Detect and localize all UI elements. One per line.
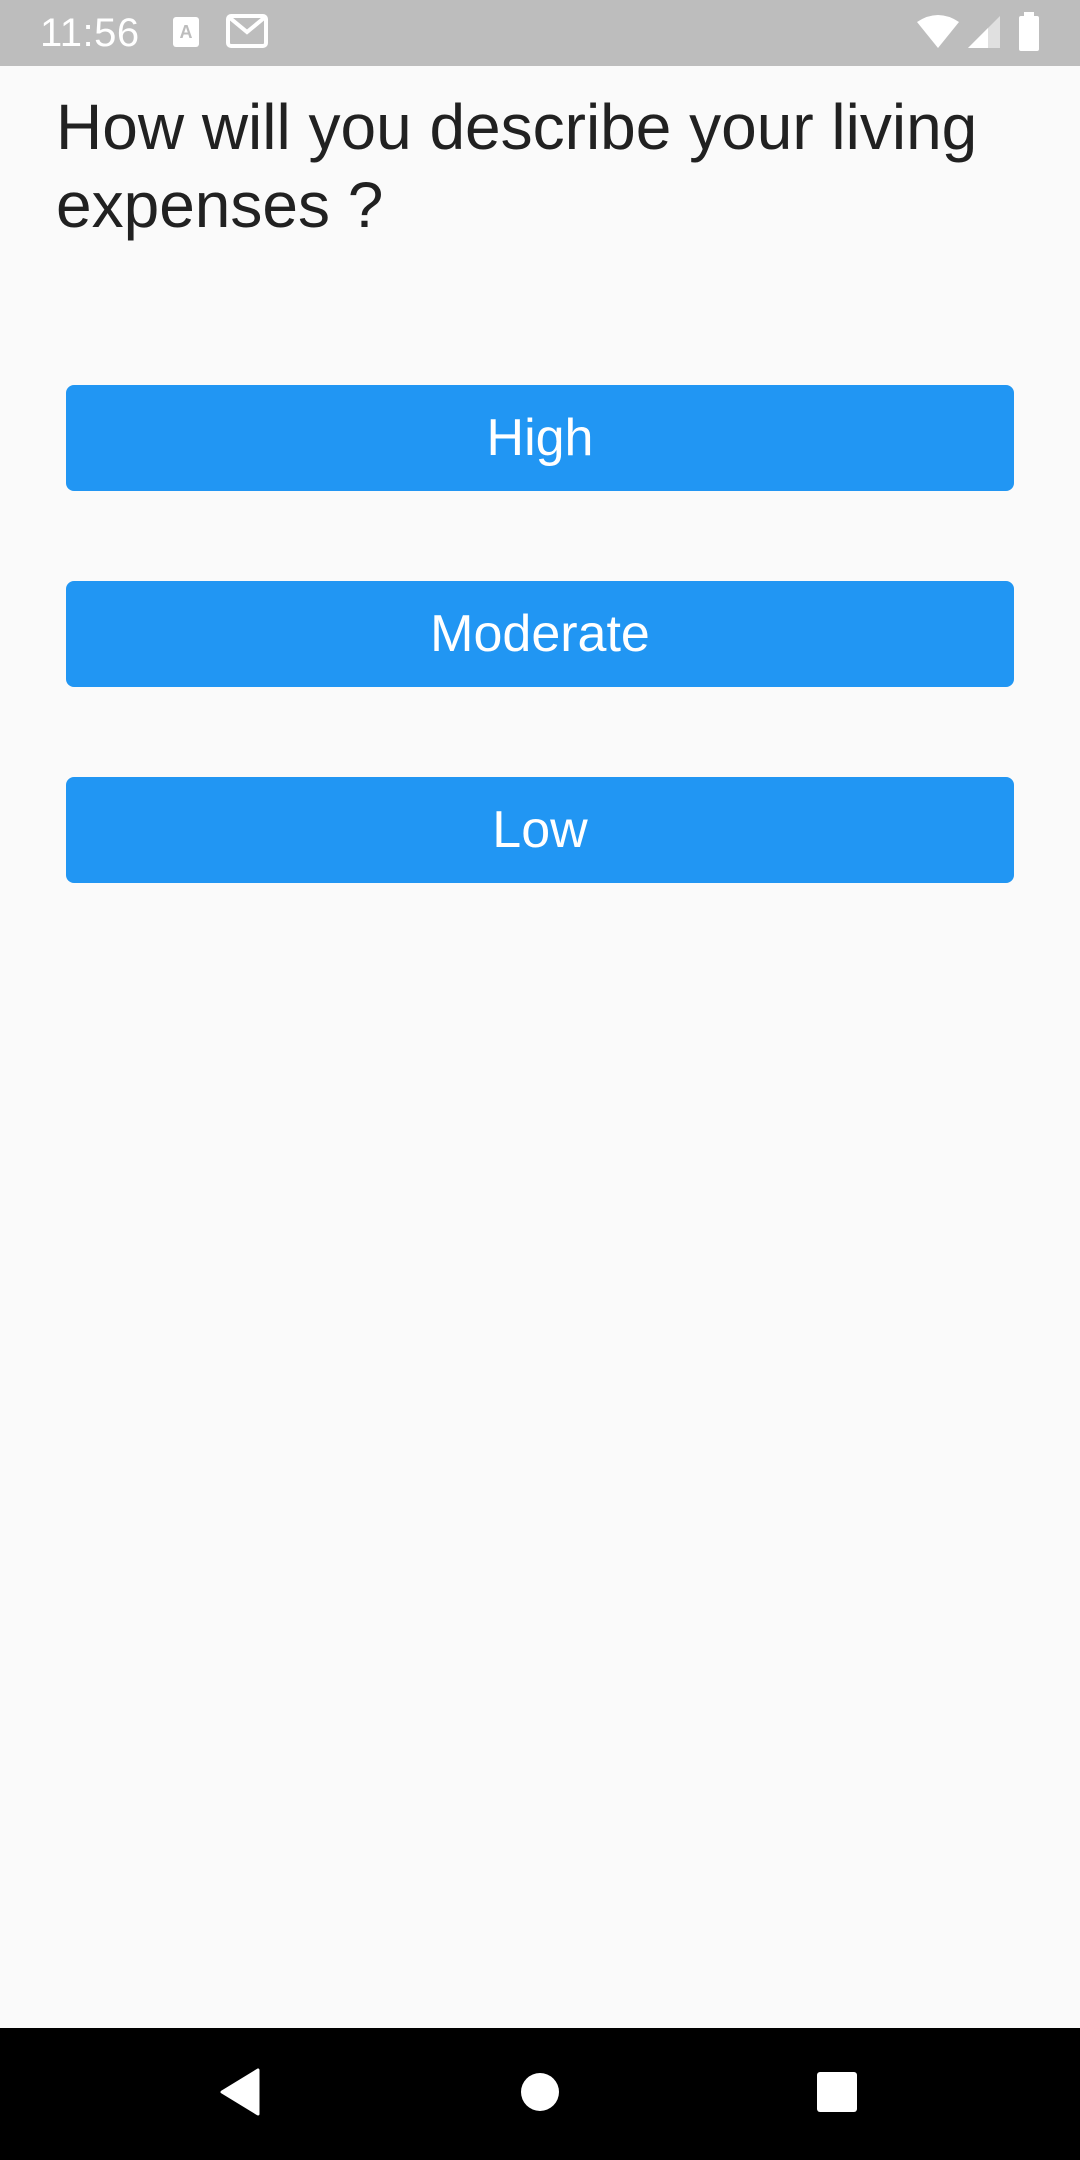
option-moderate-button[interactable]: Moderate	[66, 581, 1014, 687]
home-icon	[519, 2071, 561, 2118]
text-a-notification-icon: A	[172, 16, 200, 53]
app-screen: 11:56 A How will you describe your livin…	[0, 0, 1080, 2160]
option-high-button[interactable]: High	[66, 385, 1014, 491]
battery-icon	[1018, 12, 1040, 57]
back-button[interactable]	[160, 2028, 320, 2160]
navigation-bar	[0, 2028, 1080, 2160]
cell-signal-icon	[966, 14, 1002, 55]
recents-icon	[816, 2071, 858, 2118]
option-low-button[interactable]: Low	[66, 777, 1014, 883]
recents-button[interactable]	[757, 2028, 917, 2160]
back-icon	[218, 2068, 262, 2121]
question-title: How will you describe your living expens…	[56, 91, 978, 241]
status-bar: 11:56 A	[0, 0, 1080, 66]
gmail-notification-icon	[226, 14, 268, 53]
home-button[interactable]	[460, 2028, 620, 2160]
wifi-icon	[916, 14, 960, 55]
status-time: 11:56	[40, 11, 140, 55]
svg-text:A: A	[180, 22, 193, 42]
